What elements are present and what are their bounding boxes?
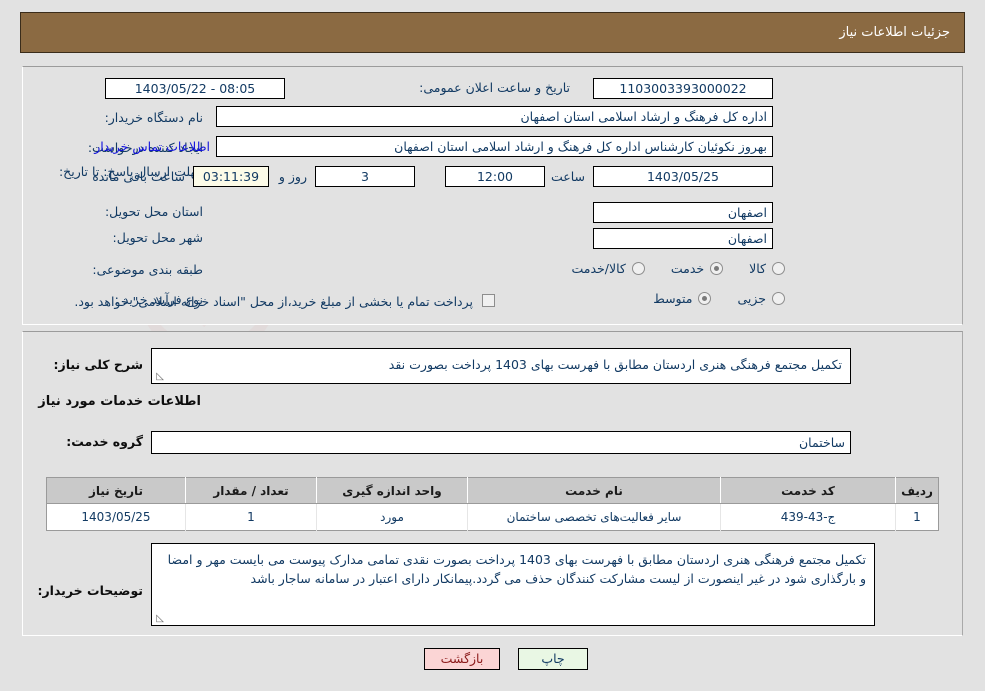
category-option-kala-khedmat[interactable]: کالا/خدمت [571, 261, 645, 276]
delivery-city-field: اصفهان [593, 228, 773, 249]
deadline-date-field: 1403/05/25 [593, 166, 773, 187]
col-date: تاریخ نیاز [46, 477, 186, 504]
remaining-hours-label: ساعت باقی مانده [92, 169, 185, 184]
radio-kala[interactable] [772, 262, 785, 275]
page-title: جزئیات اطلاعات نیاز [839, 25, 950, 40]
services-table-wrapper: ردیف کد خدمت نام خدمت واحد اندازه گیری ت… [46, 477, 939, 531]
services-section-heading: اطلاعات خدمات مورد نیاز [38, 394, 201, 409]
public-announce-label: تاریخ و ساعت اعلان عمومی: [419, 80, 570, 95]
table-header-row: ردیف کد خدمت نام خدمت واحد اندازه گیری ت… [46, 477, 939, 504]
purchase-option-motevaset[interactable]: متوسط [653, 291, 712, 306]
category-radio-group: کالا خدمت کالا/خدمت [205, 261, 785, 276]
category-label: طبقه بندی موضوعی: [92, 262, 203, 277]
purchase-option-motevaset-label: متوسط [653, 291, 693, 306]
radio-kala-khedmat[interactable] [631, 262, 645, 275]
cell-code: ج-43-439 [720, 503, 896, 531]
radio-jozii[interactable] [772, 292, 785, 305]
col-name: نام خدمت [467, 477, 721, 504]
public-announce-field: 08:05 - 1403/05/22 [105, 78, 285, 99]
print-button[interactable]: چاپ [518, 648, 588, 670]
purchase-option-jozii-label: جزیی [737, 291, 766, 306]
cell-unit: مورد [316, 503, 468, 531]
buyer-notes-value: تکمیل مجتمع فرهنگی هنری اردستان مطابق با… [167, 552, 866, 587]
services-table: ردیف کد خدمت نام خدمت واحد اندازه گیری ت… [46, 477, 939, 531]
countdown-field: 03:11:39 [193, 166, 269, 187]
general-desc-value: تکمیل مجتمع فرهنگی هنری اردستان مطابق با… [388, 357, 842, 372]
col-quantity: تعداد / مقدار [185, 477, 317, 504]
buyer-notes-label: توضیحات خریدار: [37, 583, 143, 598]
delivery-city-label: شهر محل تحویل: [112, 230, 203, 245]
cell-name: سایر فعالیت‌های تخصصی ساختمان [467, 503, 721, 531]
need-number-field: 1103003393000022 [593, 78, 773, 99]
cell-date: 1403/05/25 [46, 503, 186, 531]
col-code: کد خدمت [720, 477, 896, 504]
category-option-khedmat[interactable]: خدمت [670, 261, 724, 276]
delivery-province-label: استان محل تحویل: [104, 204, 203, 219]
deadline-time-label: ساعت [550, 169, 585, 184]
treasury-bonds-checkbox[interactable] [482, 294, 495, 307]
buyer-notes-textarea[interactable]: تکمیل مجتمع فرهنگی هنری اردستان مطابق با… [151, 543, 875, 626]
back-button[interactable]: بازگشت [424, 648, 500, 670]
remaining-days-field: 3 [315, 166, 415, 187]
cell-index: 1 [895, 503, 939, 531]
remaining-days-label: روز و [278, 169, 307, 184]
radio-khedmat[interactable] [710, 262, 724, 275]
resize-handle-icon-notes[interactable]: ◺ [154, 614, 164, 624]
purchase-option-jozii[interactable]: جزیی [737, 291, 785, 306]
cell-quantity: 1 [185, 503, 317, 531]
deadline-time-field: 12:00 [445, 166, 545, 187]
category-option-kala-khedmat-label: کالا/خدمت [571, 261, 626, 276]
buyer-org-field: اداره کل فرهنگ و ارشاد اسلامی استان اصفه… [216, 106, 773, 127]
general-desc-textarea[interactable]: تکمیل مجتمع فرهنگی هنری اردستان مطابق با… [151, 348, 851, 384]
category-option-kala[interactable]: کالا [749, 261, 785, 276]
buyer-contact-link[interactable]: اطلاعات تماس خریدار [94, 139, 210, 154]
col-unit: واحد اندازه گیری [316, 477, 468, 504]
col-index: ردیف [895, 477, 939, 504]
page-header-bar: جزئیات اطلاعات نیاز [20, 12, 965, 53]
treasury-bonds-text: پرداخت تمام یا بخشی از مبلغ خرید،از محل … [74, 294, 473, 309]
need-info-panel [22, 66, 963, 325]
delivery-province-field: اصفهان [593, 202, 773, 223]
category-option-khedmat-label: خدمت [670, 261, 705, 276]
request-creator-field: بهروز نکوئیان کارشناس اداره کل فرهنگ و ا… [216, 136, 773, 157]
buyer-org-label: نام دستگاه خریدار: [104, 110, 203, 125]
radio-motevaset[interactable] [698, 292, 712, 305]
service-group-label: گروه خدمت: [66, 434, 143, 449]
service-group-field: ساختمان [151, 431, 851, 454]
general-desc-label: شرح کلی نیاز: [53, 357, 143, 372]
resize-handle-icon[interactable]: ◺ [154, 372, 164, 382]
table-row[interactable]: 1 ج-43-439 سایر فعالیت‌های تخصصی ساختمان… [46, 503, 939, 531]
purchase-type-radio-group: جزیی متوسط [485, 291, 785, 306]
category-option-kala-label: کالا [749, 261, 766, 276]
